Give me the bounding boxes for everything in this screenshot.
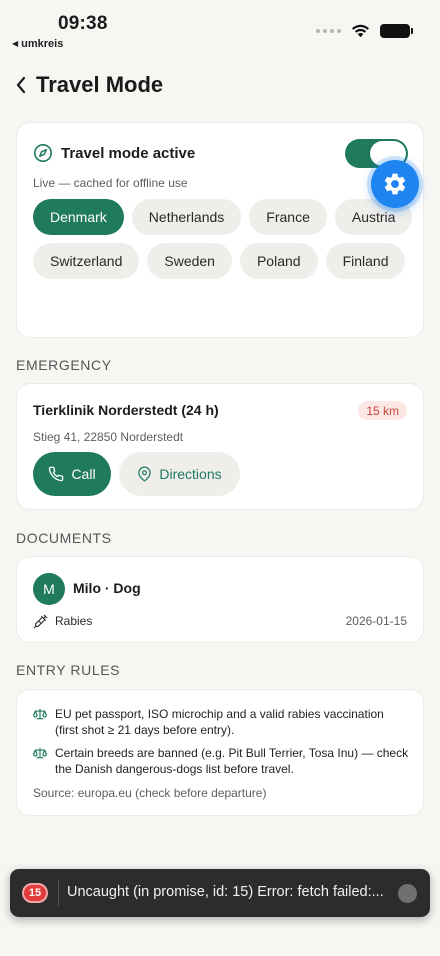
country-chip-poland[interactable]: Poland	[239, 243, 318, 279]
entry-rule-text: EU pet passport, ISO microchip and a val…	[55, 707, 384, 737]
country-chip-switzerland[interactable]: Switzerland	[33, 243, 140, 279]
clinic-name: Tierklinik Norderstedt (24 h)	[33, 402, 219, 418]
scale-icon	[33, 747, 47, 759]
back-to-app-link[interactable]: ◀ umkreis	[12, 38, 63, 50]
error-message: Uncaught (in promise, id: 15) Error: fet…	[67, 884, 384, 900]
phone-icon	[49, 466, 64, 482]
settings-fab-button[interactable]	[371, 160, 419, 208]
page-header: Travel Mode	[0, 64, 440, 108]
travel-mode-subtitle: Live — cached for offline use	[33, 176, 188, 190]
entry-rule-item: Certain breeds are banned (e.g. Pit Bull…	[33, 745, 409, 777]
scale-icon	[33, 708, 47, 720]
entry-rules-card: EU pet passport, ISO microchip and a val…	[16, 689, 424, 816]
entry-rule-text: Certain breeds are banned (e.g. Pit Bull…	[55, 746, 409, 776]
toast-divider	[58, 880, 59, 906]
directions-button[interactable]: Directions	[119, 452, 240, 496]
error-count-badge: 15	[22, 883, 48, 903]
vaccination-name: Rabies	[55, 614, 93, 628]
travel-mode-card: Travel mode active Live — cached for off…	[16, 122, 424, 338]
country-chip-france[interactable]: France	[249, 199, 327, 235]
entry-rules-source: Source: europa.eu (check before departur…	[33, 786, 267, 800]
back-app-label: umkreis	[21, 38, 64, 50]
page-title: Travel Mode	[36, 72, 164, 97]
directions-label: Directions	[159, 466, 222, 482]
country-chip-denmark[interactable]: Denmark	[33, 199, 124, 235]
chevron-left-icon	[16, 76, 26, 94]
entry-rule-item: EU pet passport, ISO microchip and a val…	[33, 706, 409, 738]
clinic-address: Stieg 41, 22850 Norderstedt	[33, 430, 184, 444]
travel-mode-title: Travel mode active	[61, 145, 196, 162]
vaccination-date: 2026-01-15	[345, 614, 407, 628]
status-bar: 09:38 ◀ umkreis	[0, 0, 440, 54]
error-toast[interactable]: 15 Uncaught (in promise, id: 15) Error: …	[10, 869, 430, 917]
country-chip-list: Denmark Netherlands France Austria Switzerla…	[33, 199, 413, 279]
country-chip-netherlands[interactable]: Netherlands	[131, 199, 242, 235]
distance-badge: 15 km	[358, 401, 407, 420]
entry-rules-section-label: ENTRY RULES	[16, 662, 121, 678]
call-label: Call	[71, 466, 96, 482]
country-chip-sweden[interactable]: Sweden	[147, 243, 232, 279]
status-indicators	[316, 24, 413, 38]
country-chip-finland[interactable]: Finland	[325, 243, 406, 279]
compass-icon	[34, 144, 52, 162]
emergency-section-label: EMERGENCY	[16, 357, 112, 373]
map-pin-icon	[138, 466, 152, 482]
pet-name: Milo · Dog	[73, 580, 141, 596]
pet-avatar: M	[33, 573, 65, 605]
dismiss-dot-icon[interactable]	[398, 884, 417, 903]
syringe-icon	[33, 614, 48, 629]
back-triangle-icon: ◀	[12, 39, 19, 48]
gear-icon	[384, 173, 406, 195]
emergency-clinic-card: Tierklinik Norderstedt (24 h) 15 km Stie…	[16, 383, 424, 510]
battery-icon	[380, 24, 413, 38]
signal-dots-icon	[316, 29, 341, 33]
back-button[interactable]	[10, 72, 32, 98]
call-button[interactable]: Call	[33, 452, 111, 496]
pet-document-card[interactable]: M Milo · Dog Rabies 2026-01-15	[16, 556, 424, 643]
wifi-icon	[352, 24, 369, 38]
documents-section-label: DOCUMENTS	[16, 530, 112, 546]
status-time: 09:38	[58, 13, 108, 34]
